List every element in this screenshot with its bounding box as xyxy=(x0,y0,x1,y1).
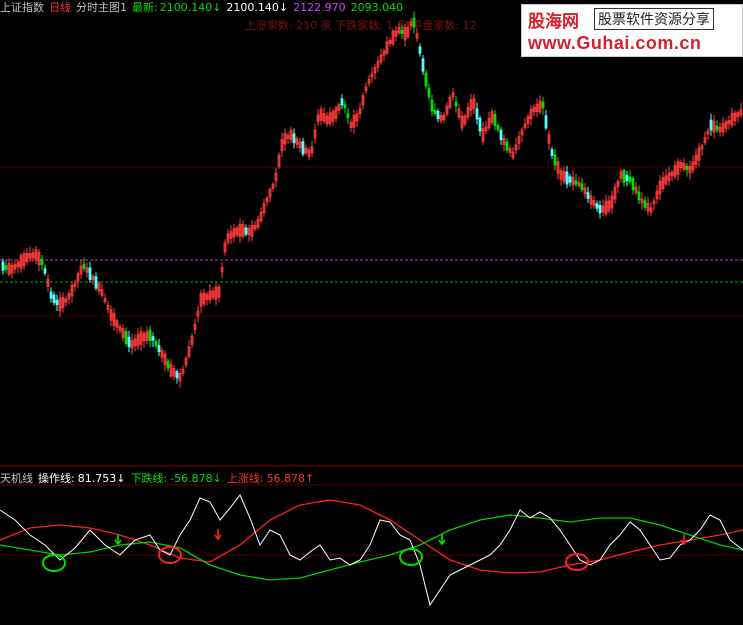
candle-body xyxy=(148,329,152,342)
candle-body xyxy=(340,98,344,106)
candle-body xyxy=(553,154,557,166)
candle-body xyxy=(628,176,632,183)
candle-body xyxy=(631,177,635,191)
candle-body xyxy=(346,113,350,118)
candle-body xyxy=(88,267,92,280)
candle-body xyxy=(55,299,59,306)
candle-body xyxy=(505,141,509,151)
candle-body xyxy=(244,227,248,235)
candle-body xyxy=(343,104,347,109)
candle-body xyxy=(709,119,713,131)
candle-body xyxy=(454,101,458,107)
candle-body xyxy=(637,191,641,201)
buy-signal-circle xyxy=(399,548,423,566)
candle-body xyxy=(124,331,128,344)
candle-body xyxy=(685,165,689,171)
candle-body xyxy=(643,200,647,208)
candle-body xyxy=(541,101,545,109)
op-line-label: 操作线: xyxy=(38,472,75,485)
candle-body xyxy=(478,117,482,132)
indicator-header: 天机线 操作线: 81.753↓ 下跌线: -56.878↓ 上涨线: 56.878↑ xyxy=(0,471,743,487)
candle-body xyxy=(421,58,425,72)
candle-body xyxy=(565,171,569,185)
candle-body xyxy=(400,29,404,34)
candle-body xyxy=(292,133,296,144)
candle-body xyxy=(622,170,626,183)
candle-body xyxy=(715,125,719,131)
candle-body xyxy=(433,109,437,115)
candle-body xyxy=(40,258,44,265)
buy-signal-circle xyxy=(42,554,66,572)
candle-body xyxy=(550,149,554,156)
candle-body xyxy=(436,110,440,120)
candle-body xyxy=(166,360,170,369)
candle-body xyxy=(154,340,158,347)
candle-body xyxy=(598,204,602,214)
candle-body xyxy=(475,108,479,120)
candle-body xyxy=(595,203,599,209)
candle-body xyxy=(586,192,590,199)
candle-body xyxy=(151,336,155,341)
operation-line xyxy=(0,494,743,607)
candle-body xyxy=(82,263,86,269)
candle-body xyxy=(580,183,584,190)
candle-body xyxy=(127,336,131,348)
candle-body xyxy=(496,125,500,130)
candle-body xyxy=(544,115,548,129)
up-line xyxy=(0,499,743,574)
candle-body xyxy=(493,114,497,126)
candle-body xyxy=(43,268,47,274)
candle-body xyxy=(427,87,431,98)
op-line-value: 81.753↓ xyxy=(77,472,126,485)
candle-body xyxy=(625,174,629,182)
candle-body xyxy=(94,276,98,289)
up-line-label: 上涨线: xyxy=(226,472,264,485)
candle-body xyxy=(157,345,161,353)
up-line-value: 56.878↑ xyxy=(266,472,315,485)
candle-body xyxy=(49,291,53,299)
stock-chart[interactable] xyxy=(0,0,743,625)
candle-body xyxy=(568,176,572,183)
candle-body xyxy=(418,46,422,54)
candle-body xyxy=(430,99,434,112)
indicator-name[interactable]: 天机线 xyxy=(0,472,33,485)
candle-body xyxy=(574,180,578,185)
down-line-value: -56.878↓ xyxy=(170,472,222,485)
candle-body xyxy=(412,17,416,28)
candle-body xyxy=(52,294,56,303)
down-line-label: 下跌线: xyxy=(130,472,168,485)
candle-body xyxy=(4,265,8,270)
candle-body xyxy=(499,129,503,141)
candle-body xyxy=(175,371,179,379)
candle-body xyxy=(1,261,5,271)
candle-body xyxy=(301,141,305,155)
down-line xyxy=(0,514,743,581)
candle-body xyxy=(424,72,428,87)
